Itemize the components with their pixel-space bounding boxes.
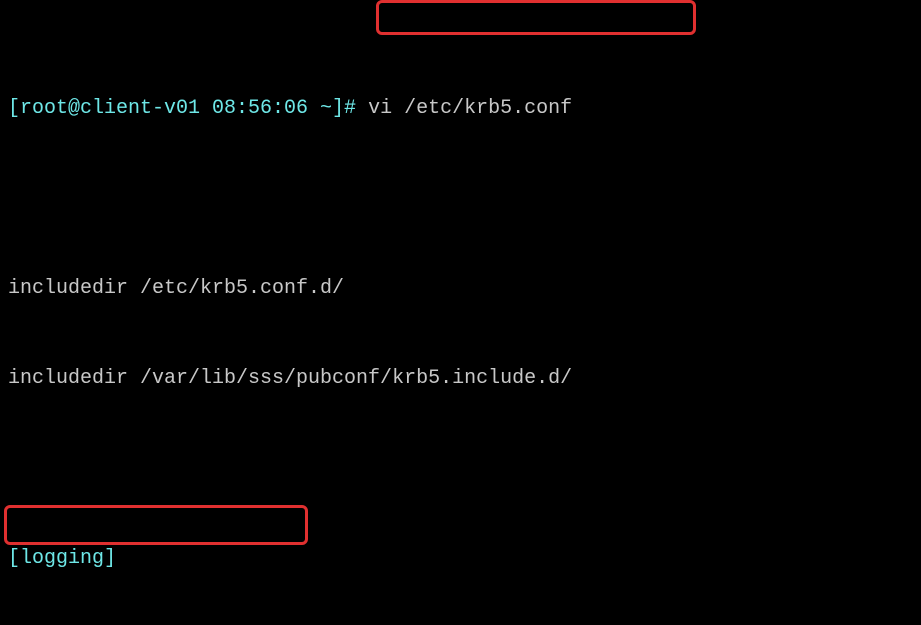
- annotation-box-command: [376, 0, 696, 35]
- file-line: includedir /etc/krb5.conf.d/: [8, 274, 913, 304]
- shell-prompt: [root@client-v01 08:56:06 ~]#: [8, 97, 356, 120]
- section-header-logging: [logging]: [8, 544, 913, 574]
- prompt-line: [root@client-v01 08:56:06 ~]# vi /etc/kr…: [8, 94, 913, 124]
- file-line: [8, 184, 913, 214]
- annotation-box-renew-lifetime: [4, 505, 308, 545]
- file-line: includedir /var/lib/sss/pubconf/krb5.inc…: [8, 364, 913, 394]
- file-line: [8, 454, 913, 484]
- terminal-window[interactable]: [root@client-v01 08:56:06 ~]# vi /etc/kr…: [0, 0, 921, 625]
- shell-command: vi /etc/krb5.conf: [356, 97, 572, 120]
